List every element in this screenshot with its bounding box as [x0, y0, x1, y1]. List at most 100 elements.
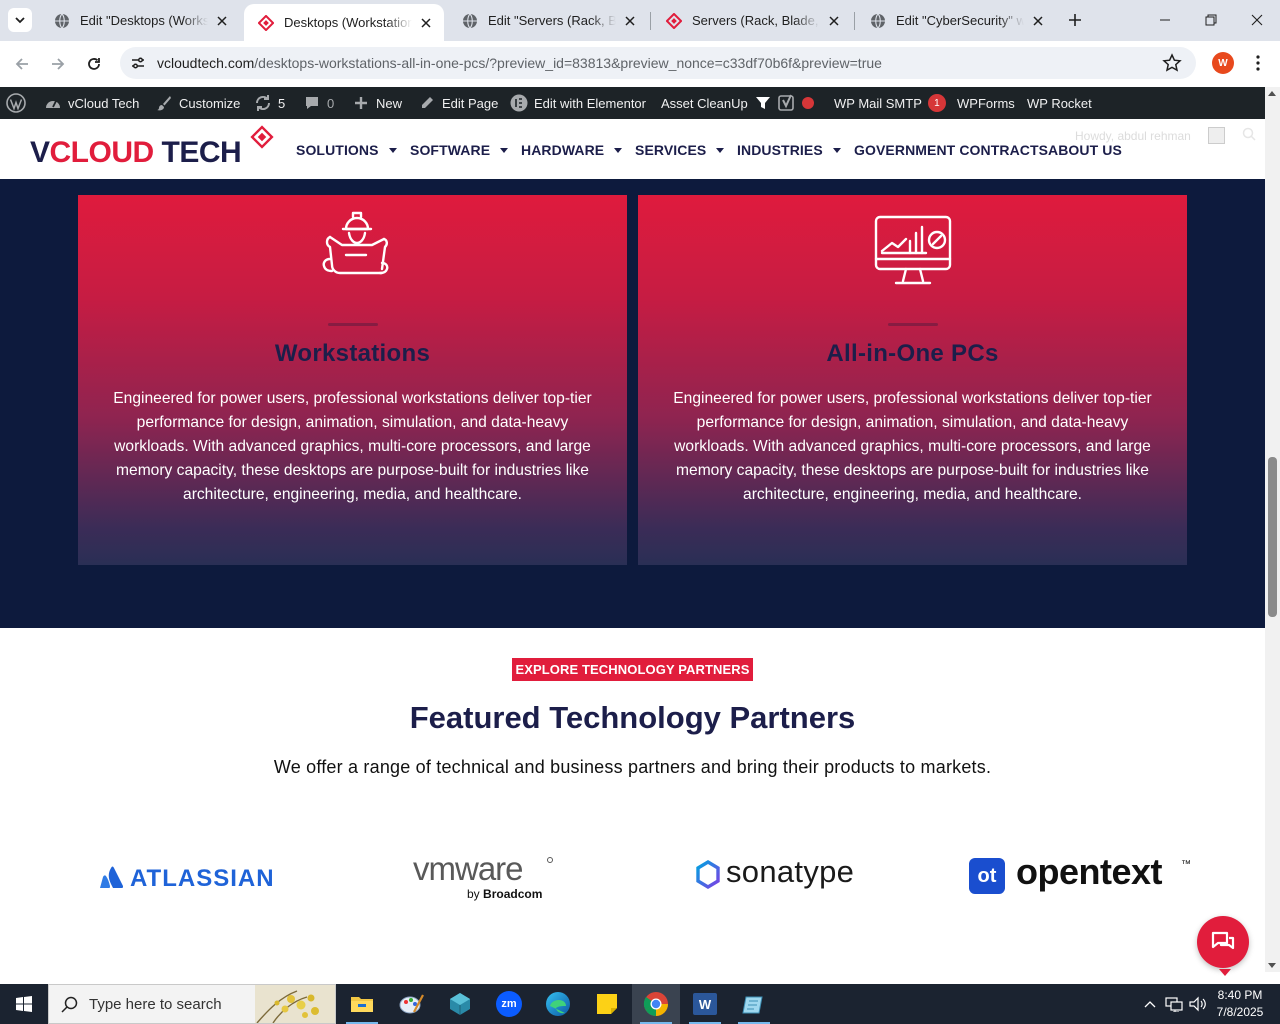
scrollbar-thumb[interactable] [1268, 457, 1277, 617]
tab-edit-cybersecurity[interactable]: Edit "CyberSecurity" with Elementor [856, 4, 1056, 37]
scroll-down-arrow[interactable] [1268, 963, 1276, 968]
workstations-card: Workstations Engineered for power users,… [78, 195, 627, 565]
yoast-seo-menu[interactable] [778, 87, 814, 119]
taskbar-paint[interactable] [387, 984, 435, 1024]
wp-rocket-menu[interactable]: WP Rocket [1027, 87, 1092, 119]
vmware-tagline-by: by [467, 887, 480, 901]
nav-item-hardware[interactable]: HARDWARE [521, 142, 623, 158]
nav-item-label: SOFTWARE [410, 142, 491, 158]
atlassian-mark-icon [100, 866, 123, 888]
customize-link[interactable]: Customize [155, 87, 240, 119]
taskbar-file-explorer[interactable] [338, 984, 386, 1024]
chevron-down-icon [15, 17, 25, 24]
taskbar-zoom[interactable]: zm [485, 984, 533, 1024]
user-avatar[interactable] [1208, 127, 1225, 144]
taskbar-app[interactable] [436, 984, 484, 1024]
restore-button[interactable] [1188, 0, 1234, 40]
caret-down-icon [716, 147, 725, 153]
tab-servers[interactable]: Servers (Rack, Blade, Tower) [652, 4, 852, 37]
nav-item-software[interactable]: SOFTWARE [410, 142, 509, 158]
vmware-logo[interactable]: vmware by Broadcom [413, 850, 558, 904]
network-status[interactable] [1163, 984, 1185, 1024]
nav-item-label: SOLUTIONS [296, 142, 379, 158]
nav-item-services[interactable]: SERVICES [635, 142, 725, 158]
close-icon[interactable] [214, 13, 230, 29]
minimize-button[interactable] [1142, 0, 1188, 40]
nav-item-solutions[interactable]: SOLUTIONS [296, 142, 397, 158]
file-explorer-icon [351, 997, 373, 1012]
wp-mail-smtp-label: WP Mail SMTP [834, 95, 922, 111]
comment-icon [303, 94, 321, 112]
scroll-up-arrow[interactable] [1268, 91, 1276, 96]
vcloud-tech-logo[interactable]: VCLOUD TECH [30, 123, 280, 173]
profile-avatar[interactable]: W [1212, 52, 1234, 74]
nav-item-industries[interactable]: INDUSTRIES [737, 142, 841, 158]
browser-tab-strip: Edit "Desktops (Workstations, All-in-One… [0, 0, 1280, 41]
close-icon[interactable] [418, 15, 434, 31]
taskbar-word[interactable]: W [681, 984, 729, 1024]
network-icon [1165, 997, 1183, 1012]
nav-item-government-contracts[interactable]: GOVERNMENT CONTRACTS [854, 142, 1048, 158]
updates-link[interactable]: 5 [254, 87, 285, 119]
sonatype-logo[interactable]: sonatype [695, 854, 875, 897]
close-icon[interactable] [622, 13, 638, 29]
edit-page-label: Edit Page [442, 95, 499, 111]
tab-edit-desktops[interactable]: Edit "Desktops (Workstations, All-in-One… [40, 4, 240, 37]
close-window-button[interactable] [1234, 0, 1280, 40]
wpforms-menu[interactable]: WPForms [957, 87, 1015, 119]
taskbar-search-box[interactable]: Type here to search [48, 984, 336, 1024]
taskbar-sticky-notes[interactable] [583, 984, 631, 1024]
reload-button[interactable] [81, 51, 107, 77]
bookmark-star-icon[interactable] [1162, 53, 1182, 73]
tab-edit-servers[interactable]: Edit "Servers (Rack, Blade, Tower)" [448, 4, 648, 37]
taskbar-edge[interactable] [534, 984, 582, 1024]
tab-title: Edit "Servers (Rack, Blade, Tower)" [488, 13, 616, 28]
caret-down-icon [832, 147, 841, 153]
site-name-menu[interactable]: vCloud Tech [44, 87, 139, 119]
search-icon[interactable] [1242, 127, 1256, 141]
system-clock[interactable]: 8:40 PM 7/8/2025 [1208, 987, 1272, 1021]
tab-search-button[interactable] [8, 8, 32, 32]
taskbar-notepad[interactable] [730, 984, 778, 1024]
opentext-logo[interactable]: ot opentext ™ [969, 851, 1194, 897]
edit-page-link[interactable]: Edit Page [418, 87, 498, 119]
howdy-user-link[interactable]: Howdy, abdul rehman [1075, 129, 1191, 143]
back-button[interactable] [9, 51, 35, 77]
edit-elementor-link[interactable]: Edit with Elementor [510, 87, 646, 119]
arrow-right-icon [52, 58, 65, 70]
restore-icon [1205, 14, 1217, 26]
zoom-icon: zm [496, 991, 522, 1017]
reload-icon [88, 58, 100, 70]
browser-menu-button[interactable] [1250, 53, 1266, 73]
new-content-menu[interactable]: New [352, 87, 402, 119]
forward-button[interactable] [45, 51, 71, 77]
seo-status-dot [802, 97, 814, 109]
wp-mail-smtp-menu[interactable]: WP Mail SMTP 1 [834, 87, 946, 119]
start-button[interactable] [0, 984, 48, 1024]
close-icon[interactable] [826, 13, 842, 29]
chat-widget-button[interactable] [1197, 916, 1249, 968]
tab-desktops-preview[interactable]: Desktops (Workstations, All-in-One PCs) [244, 4, 444, 41]
show-hidden-icons-button[interactable] [1140, 984, 1160, 1024]
volume-control[interactable] [1187, 984, 1209, 1024]
dashboard-icon [44, 94, 62, 112]
wp-rocket-label: WP Rocket [1027, 95, 1092, 111]
asset-cleanup-menu[interactable]: Asset CleanUp [661, 87, 772, 119]
paintbrush-icon [155, 94, 173, 112]
partners-subheading: We offer a range of technical and busine… [273, 757, 992, 777]
tab-separator [650, 12, 651, 30]
tab-title: Edit "CyberSecurity" with Elementor [896, 13, 1024, 28]
nav-item-about-us[interactable]: ABOUT US [1048, 142, 1122, 158]
new-tab-button[interactable] [1064, 9, 1086, 31]
comments-link[interactable]: 0 [303, 87, 334, 119]
site-info-icon[interactable] [128, 53, 148, 73]
nav-item-label: SERVICES [635, 142, 707, 158]
close-icon [1251, 14, 1263, 26]
close-icon[interactable] [1030, 13, 1046, 29]
atlassian-logo[interactable]: ATLASSIAN [100, 864, 275, 894]
address-bar[interactable]: vcloudtech.com/desktops-workstations-all… [120, 47, 1196, 79]
taskbar-chrome[interactable] [632, 984, 680, 1024]
wp-logo-menu[interactable] [6, 87, 26, 119]
card-description: Engineered for power users, professional… [673, 390, 1152, 503]
page-scrollbar[interactable] [1265, 87, 1280, 972]
